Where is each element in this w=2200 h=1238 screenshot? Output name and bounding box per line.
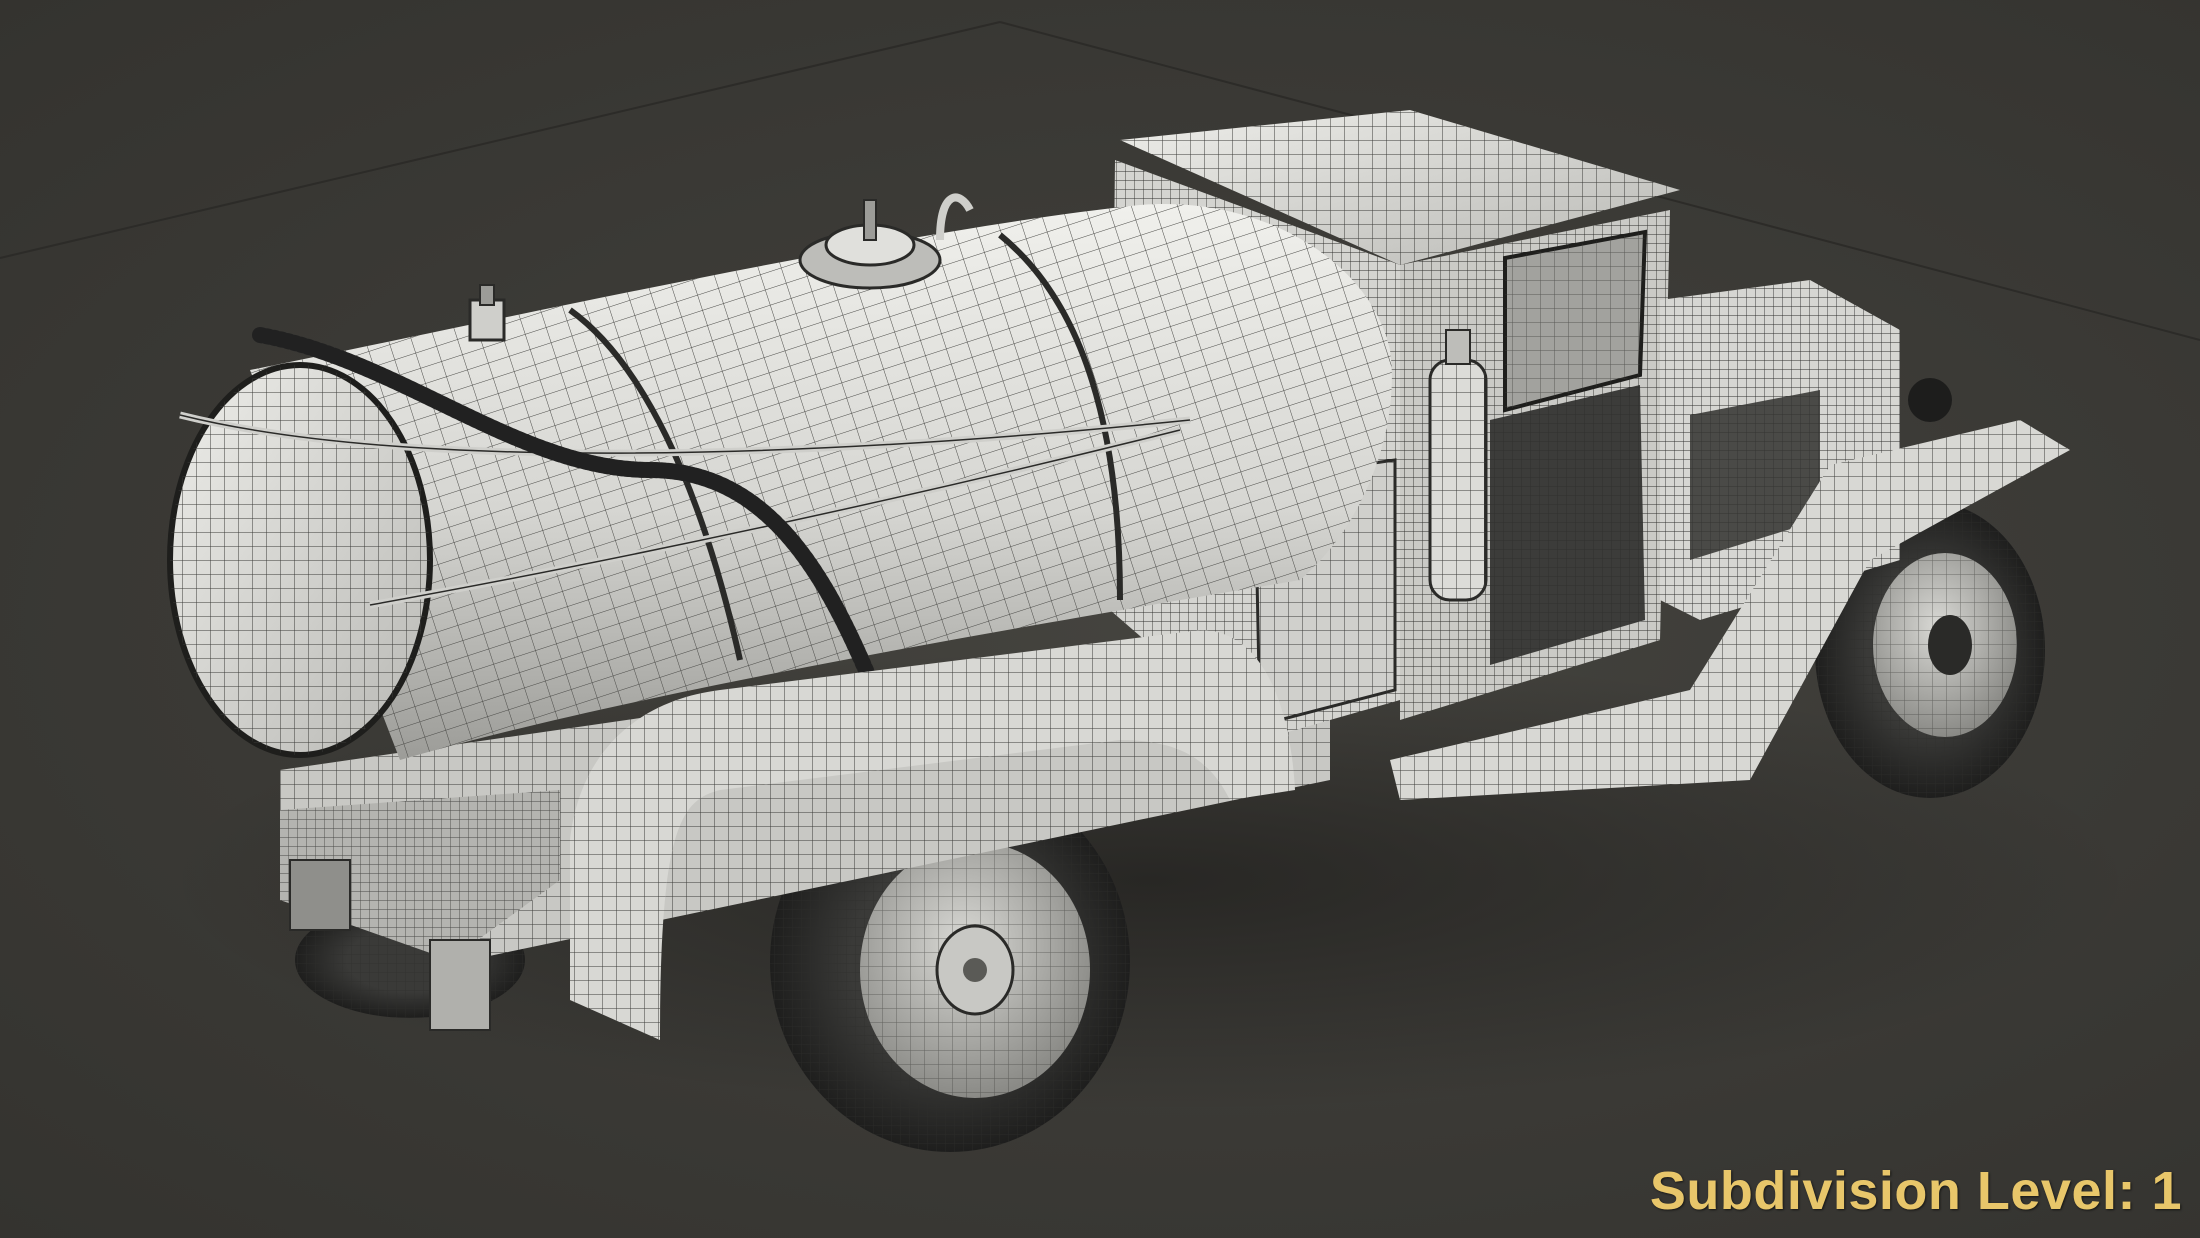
render-viewport: Subdivision Level: 1 xyxy=(0,0,2200,1238)
subdivision-level-label: Subdivision Level: 1 xyxy=(1649,1161,2182,1221)
fire-extinguisher xyxy=(1428,329,1488,602)
tank-valve xyxy=(468,284,506,342)
truck-render xyxy=(0,21,2200,1152)
headlamp xyxy=(1908,378,1952,422)
